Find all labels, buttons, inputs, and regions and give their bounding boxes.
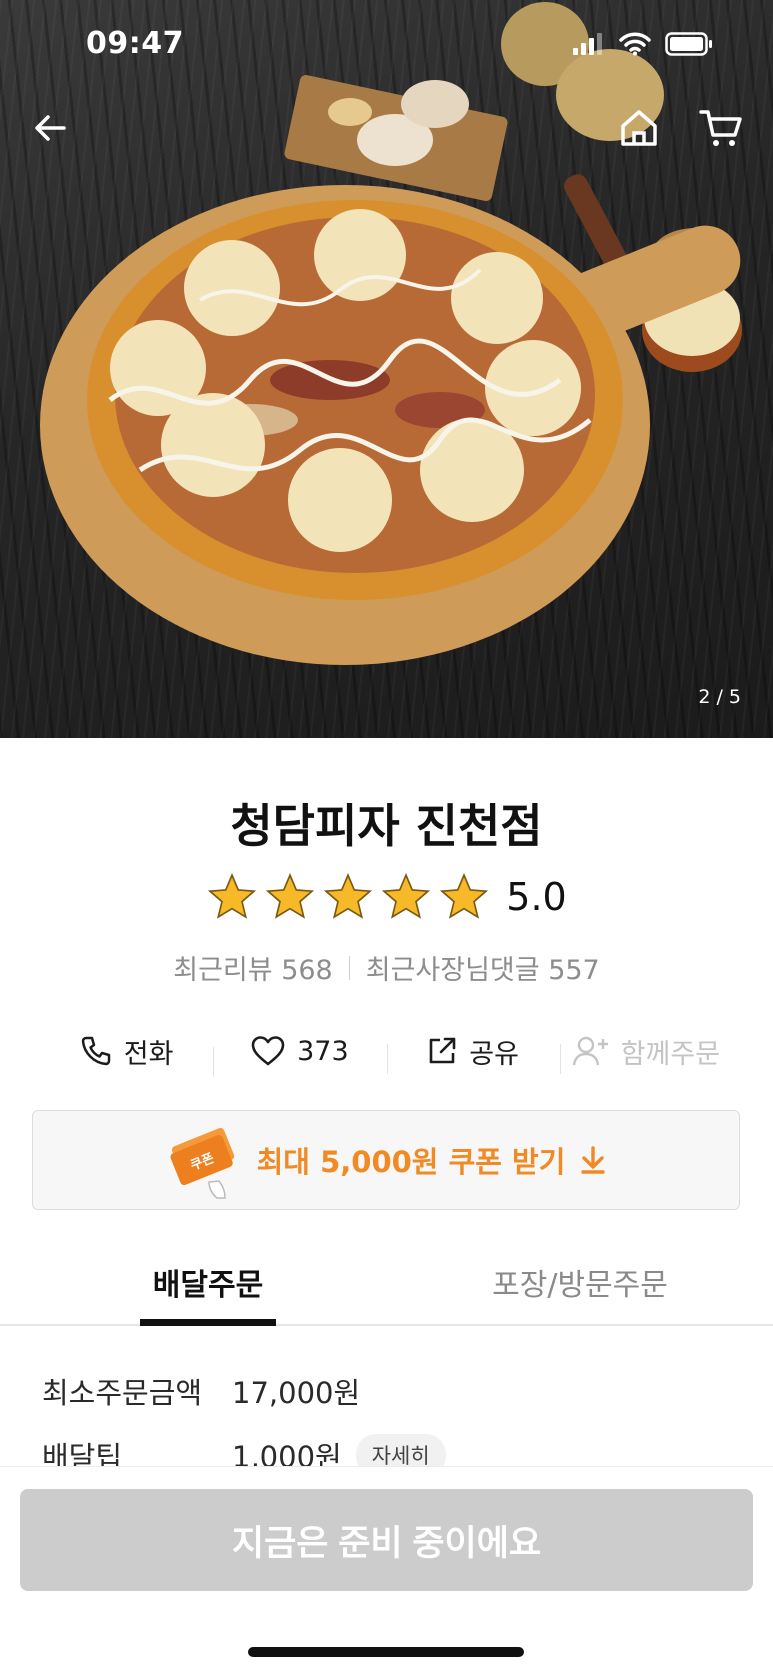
home-icon <box>621 110 657 146</box>
add-person-icon <box>572 1036 608 1066</box>
cart-button[interactable] <box>693 100 749 156</box>
coupon-ticket-icon: 쿠폰 <box>170 1127 234 1199</box>
call-label: 전화 <box>123 1038 174 1070</box>
min-order-row: 최소주문금액 17,000원 <box>42 1370 360 1412</box>
store-action-bar: 전화 373 공유 함께주문 <box>40 1024 733 1078</box>
cart-icon <box>699 110 742 146</box>
star-icon <box>324 872 373 919</box>
battery-icon <box>665 32 712 56</box>
phone-icon <box>81 1036 111 1066</box>
hero-image[interactable]: 09:47 2 / 5 <box>0 0 773 738</box>
preparing-cta-button[interactable]: 지금은 준비 중이에요 <box>20 1489 753 1591</box>
like-count: 373 <box>297 1035 349 1067</box>
group-order-button[interactable]: 함께주문 <box>559 1032 733 1074</box>
home-indicator[interactable] <box>248 1647 524 1657</box>
tab-delivery[interactable]: 배달주문 <box>140 1248 276 1326</box>
group-order-label: 함께주문 <box>620 1038 721 1070</box>
share-icon <box>429 1037 456 1064</box>
status-bar: 09:47 <box>0 0 773 90</box>
download-arrow-icon <box>581 1146 606 1174</box>
wifi-icon <box>619 32 651 56</box>
signal-icon <box>573 33 602 55</box>
home-button[interactable] <box>611 100 667 156</box>
arrow-left-icon <box>35 115 66 141</box>
divider <box>348 955 350 980</box>
bottom-action-bar: 지금은 준비 중이에요 <box>0 1466 773 1675</box>
coupon-label: 최대 5,000원 쿠폰 받기 <box>256 1145 566 1179</box>
status-time: 09:47 <box>86 26 184 61</box>
share-button[interactable]: 공유 <box>386 1032 560 1074</box>
heart-icon <box>251 1036 285 1066</box>
rating-row: 5.0 <box>0 872 773 922</box>
star-icon <box>266 872 315 919</box>
review-summary[interactable]: 최근리뷰 568 최근사장님댓글 557 <box>0 948 773 987</box>
store-name: 청담피자 진천점 <box>230 799 543 853</box>
image-page-indicator: 2 / 5 <box>698 686 741 708</box>
min-order-label: 최소주문금액 <box>42 1376 203 1410</box>
star-icon <box>382 872 431 919</box>
order-type-tabs: 배달주문 포장/방문주문 <box>0 1248 773 1326</box>
owner-replies-count[interactable]: 최근사장님댓글 557 <box>366 948 600 987</box>
back-button[interactable] <box>22 100 78 156</box>
rating-value: 5.0 <box>506 875 567 919</box>
share-label: 공유 <box>469 1038 519 1070</box>
like-button[interactable]: 373 <box>213 1035 386 1077</box>
star-icon <box>440 872 489 919</box>
coupon-download-button[interactable]: 쿠폰 최대 5,000원 쿠폰 받기 <box>32 1110 740 1210</box>
status-icons <box>573 32 713 56</box>
min-order-value: 17,000원 <box>232 1376 361 1410</box>
call-button[interactable]: 전화 <box>40 1032 213 1071</box>
tab-pickup[interactable]: 포장/방문주문 <box>460 1248 700 1324</box>
star-icon <box>208 872 257 919</box>
recent-reviews-count[interactable]: 최근리뷰 568 <box>173 948 332 987</box>
